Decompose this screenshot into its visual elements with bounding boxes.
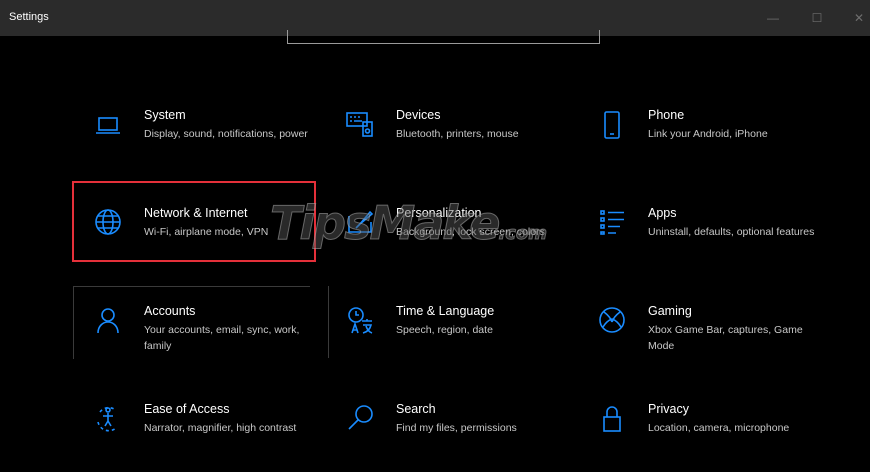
ease-of-access-icon bbox=[92, 402, 124, 434]
tile-accounts[interactable]: Accounts Your accounts, email, sync, wor… bbox=[80, 296, 320, 374]
tile-title: Apps bbox=[648, 206, 677, 220]
search-box-edge[interactable] bbox=[287, 30, 600, 44]
search-icon bbox=[344, 402, 376, 434]
close-button[interactable]: ✕ bbox=[838, 0, 870, 36]
tile-hover-outline bbox=[328, 286, 331, 358]
tile-description: Location, camera, microphone bbox=[648, 422, 790, 434]
minimize-button[interactable]: — bbox=[752, 0, 794, 36]
tile-title: System bbox=[144, 108, 186, 122]
tile-personalization[interactable]: Personalization Background, lock screen,… bbox=[332, 198, 572, 276]
tile-description: Bluetooth, printers, mouse bbox=[396, 128, 519, 140]
window-title: Settings bbox=[9, 11, 49, 23]
highlight-box bbox=[72, 181, 316, 262]
tile-gaming[interactable]: Gaming Xbox Game Bar, captures, Game Mod… bbox=[584, 296, 824, 374]
tile-title: Search bbox=[396, 402, 436, 416]
tile-phone[interactable]: Phone Link your Android, iPhone bbox=[584, 100, 824, 178]
tile-description: Display, sound, notifications, power bbox=[144, 128, 308, 140]
tile-description: Speech, region, date bbox=[396, 324, 493, 336]
maximize-button[interactable]: ☐ bbox=[796, 0, 838, 36]
tile-title: Accounts bbox=[144, 304, 196, 318]
tile-title: Ease of Access bbox=[144, 402, 230, 416]
paintbrush-icon bbox=[344, 206, 376, 238]
tile-title: Time & Language bbox=[396, 304, 495, 318]
tile-privacy[interactable]: Privacy Location, camera, microphone bbox=[584, 394, 824, 472]
devices-icon bbox=[344, 108, 376, 140]
tile-description: Narrator, magnifier, high contrast bbox=[144, 422, 297, 434]
person-icon bbox=[92, 304, 124, 336]
tile-description: Your accounts, email, sync, work, family bbox=[144, 324, 300, 352]
tile-title: Gaming bbox=[648, 304, 692, 318]
apps-list-icon bbox=[596, 206, 628, 238]
tile-description: Uninstall, defaults, optional features bbox=[648, 226, 815, 238]
time-language-icon bbox=[344, 304, 376, 336]
tile-title: Personalization bbox=[396, 206, 482, 220]
settings-window: Settings — ☐ ✕ System Display, sound, no… bbox=[0, 0, 870, 472]
laptop-icon bbox=[92, 108, 124, 140]
tile-search[interactable]: Search Find my files, permissions bbox=[332, 394, 572, 472]
tile-description: Xbox Game Bar, captures, Game Mode bbox=[648, 324, 803, 352]
tile-ease-of-access[interactable]: Ease of Access Narrator, magnifier, high… bbox=[80, 394, 320, 472]
tile-apps[interactable]: Apps Uninstall, defaults, optional featu… bbox=[584, 198, 824, 276]
phone-icon bbox=[596, 108, 628, 140]
tile-system[interactable]: System Display, sound, notifications, po… bbox=[80, 100, 320, 178]
tile-description: Background, lock screen, colors bbox=[396, 226, 545, 238]
tile-title: Phone bbox=[648, 108, 685, 122]
tile-devices[interactable]: Devices Bluetooth, printers, mouse bbox=[332, 100, 572, 178]
tile-description: Link your Android, iPhone bbox=[648, 128, 768, 140]
lock-icon bbox=[596, 402, 628, 434]
tile-description: Find my files, permissions bbox=[396, 422, 517, 434]
tile-title: Privacy bbox=[648, 402, 689, 416]
xbox-icon bbox=[596, 304, 628, 336]
tile-title: Devices bbox=[396, 108, 441, 122]
tile-time-language[interactable]: Time & Language Speech, region, date bbox=[332, 296, 572, 374]
